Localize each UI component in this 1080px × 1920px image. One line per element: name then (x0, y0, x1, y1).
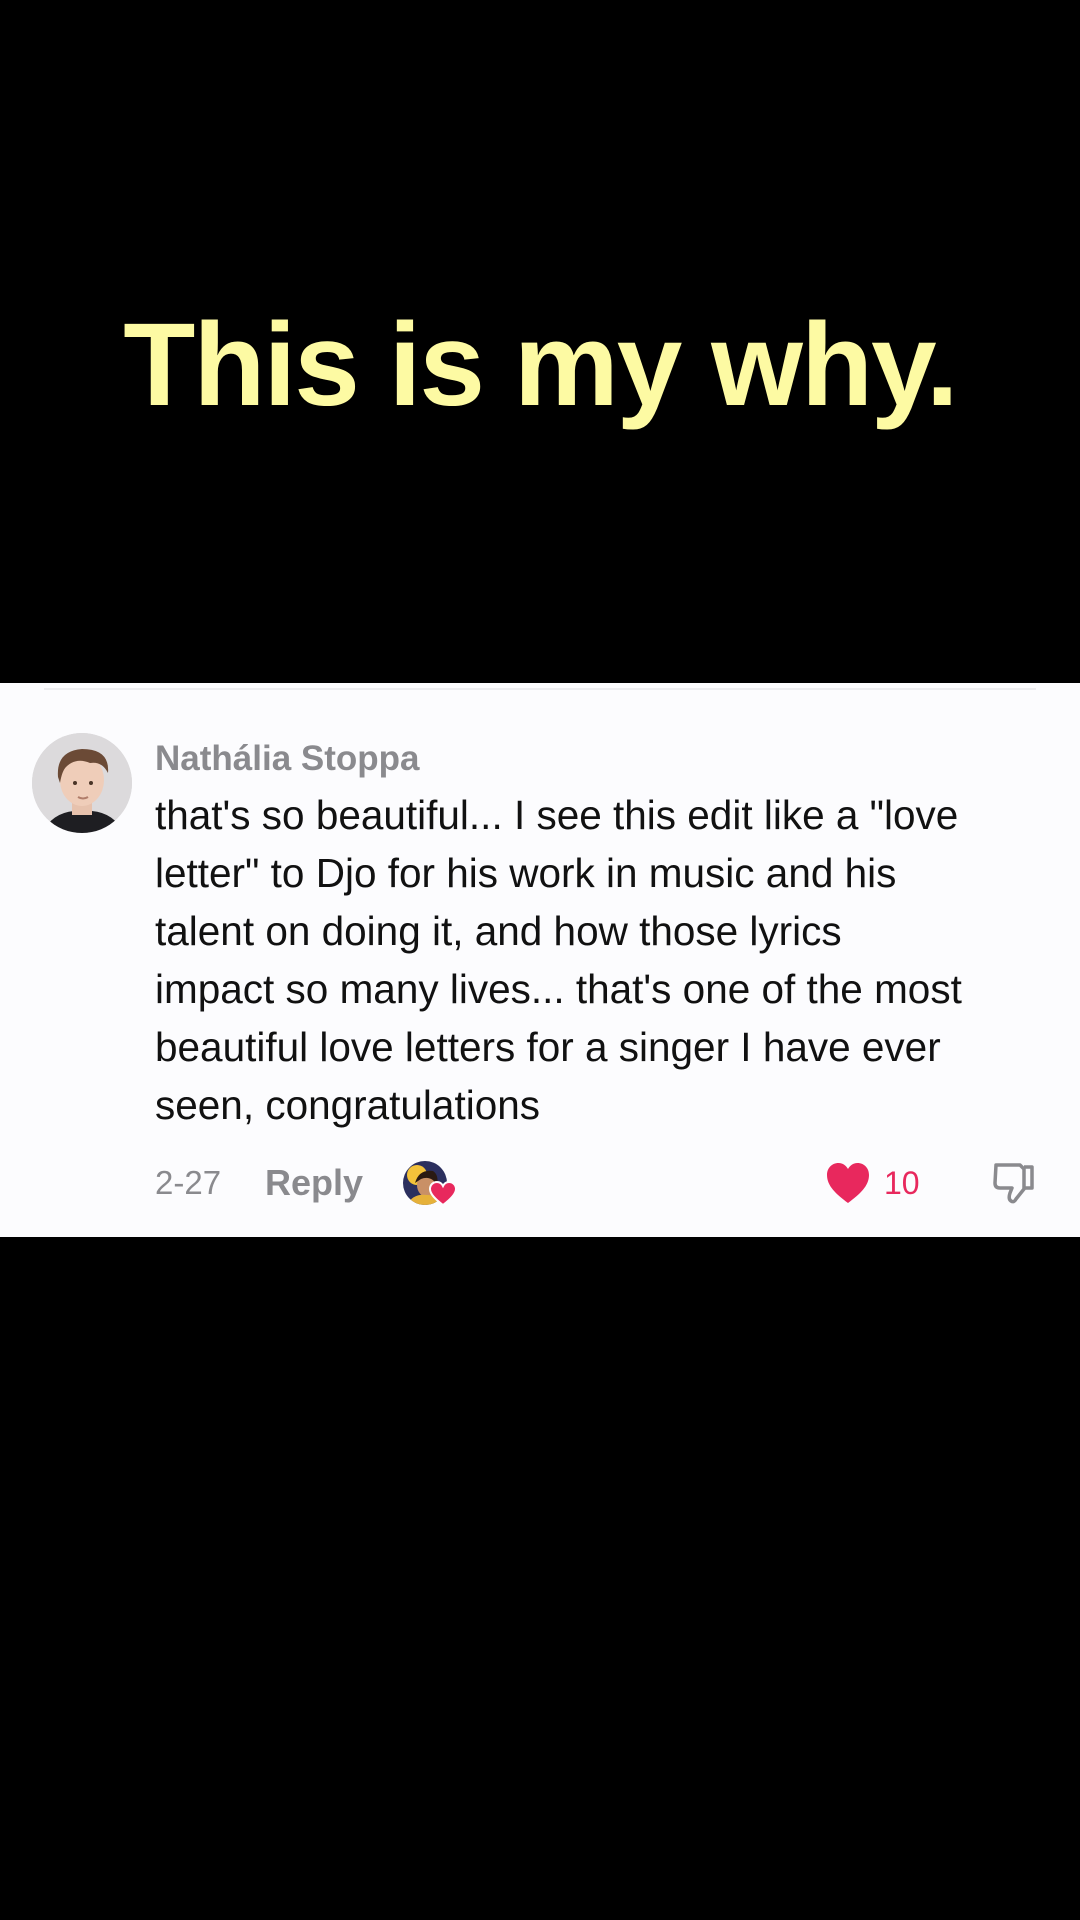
commenter-username[interactable]: Nathália Stoppa (155, 735, 419, 783)
video-overlay-text: This is my why. (123, 299, 958, 431)
comment-line: seen, congratulations (155, 1082, 541, 1128)
divider (44, 688, 1036, 690)
comment-text: that's so beautiful... I see this edit l… (155, 786, 1060, 1134)
video-screen: This is my why. Nathália Stoppa that's s… (0, 0, 1080, 1920)
comment-date: 2-27 (155, 1164, 222, 1201)
creator-liked-badge (403, 1157, 457, 1209)
user-avatar-icon (32, 733, 132, 833)
comment-line: that's so beautiful... I see this edit l… (155, 792, 959, 838)
thumbs-down-icon[interactable] (990, 1159, 1038, 1207)
comment-line: talent on doing it, and how those lyrics (155, 908, 842, 954)
comment-line: letter" to Djo for his work in music and… (155, 850, 897, 896)
heart-icon[interactable] (825, 1161, 871, 1205)
comment-sticker: Nathália Stoppa that's so beautiful... I… (0, 683, 1080, 1237)
reply-button[interactable]: Reply (265, 1155, 363, 1211)
comment-footer: 2-27 Reply 10 (0, 1155, 1080, 1211)
like-count: 10 (884, 1165, 920, 1201)
commenter-avatar[interactable] (32, 733, 132, 833)
comment-line: impact so many lives... that's one of th… (155, 966, 962, 1012)
heart-icon (429, 1181, 457, 1207)
comment-line: beautiful love letters for a singer I ha… (155, 1024, 941, 1070)
